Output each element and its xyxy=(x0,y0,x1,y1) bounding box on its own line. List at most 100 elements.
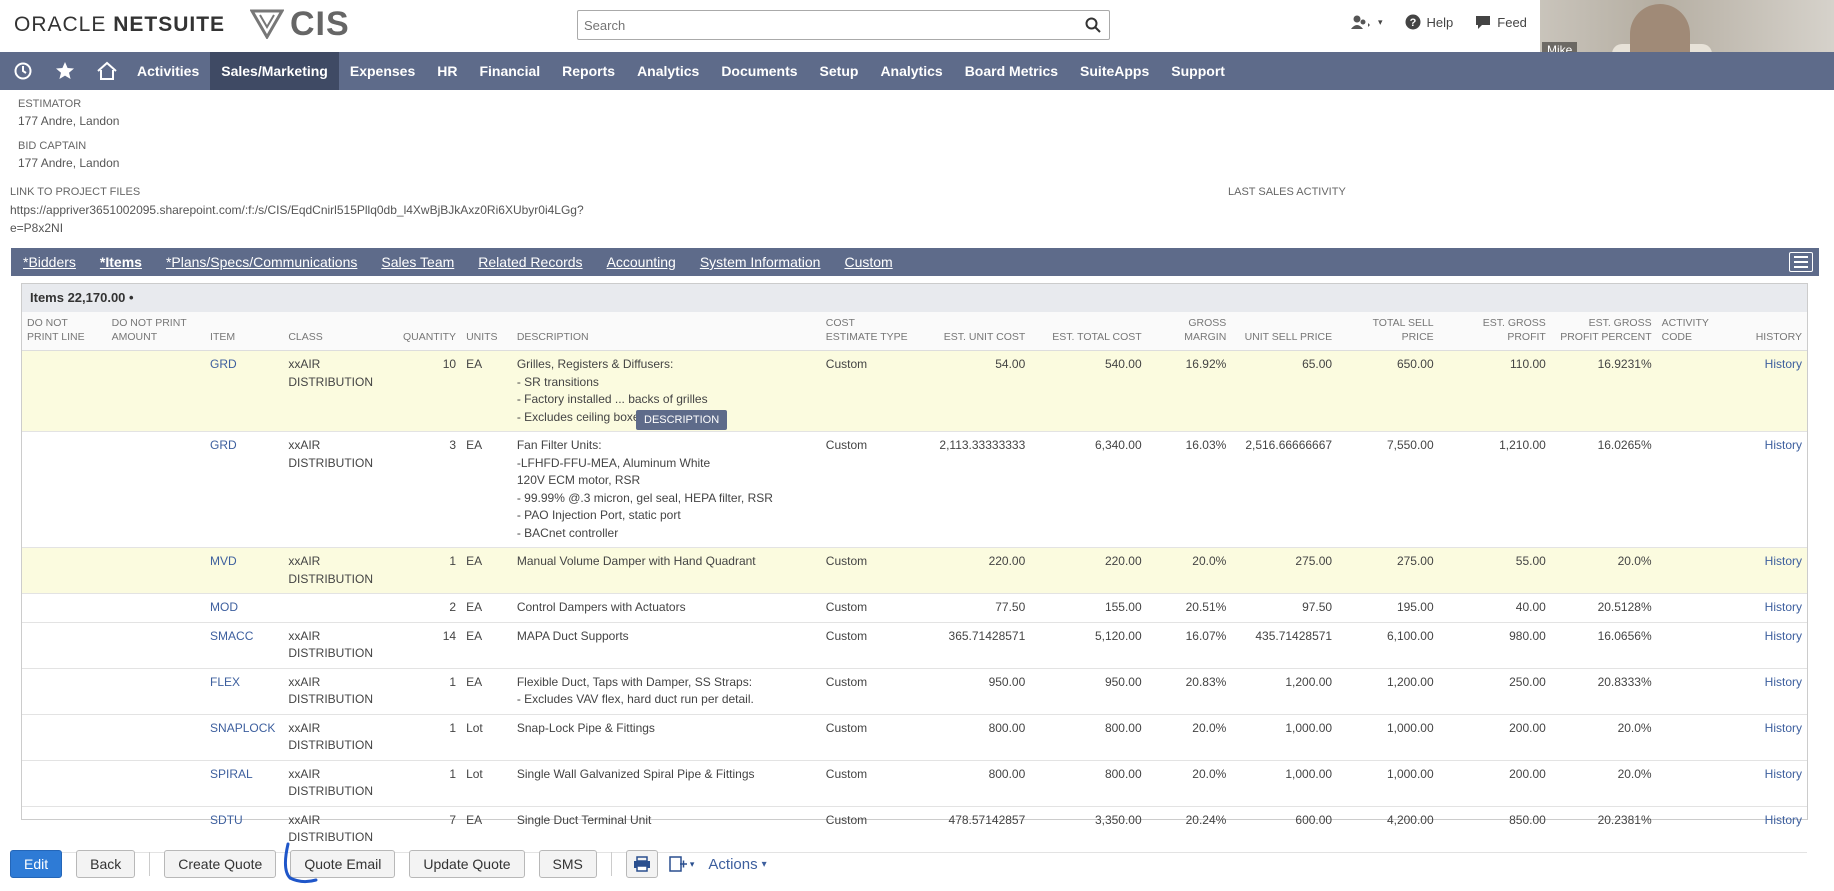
cell-do-not-print-amount[interactable] xyxy=(106,593,206,623)
nav-reports[interactable]: Reports xyxy=(551,52,626,90)
item-link[interactable]: MVD xyxy=(210,554,237,568)
create-quote-button[interactable]: Create Quote xyxy=(164,850,277,878)
nav-sales-marketing[interactable]: Sales/Marketing xyxy=(210,52,339,90)
tab-sales-team[interactable]: Sales Team xyxy=(369,254,466,270)
col-est-gross-profit[interactable]: EST. GROSS PROFIT xyxy=(1438,312,1551,351)
table-row[interactable]: FLEX xxAIR DISTRIBUTION 1 EA Flexible Duct, … xyxy=(22,668,1807,715)
cell-do-not-print-line[interactable] xyxy=(22,431,107,548)
history-link[interactable]: History xyxy=(1765,813,1802,827)
item-link[interactable]: SMACC xyxy=(210,629,253,643)
nav-setup[interactable]: Setup xyxy=(809,52,870,90)
print-button[interactable] xyxy=(625,850,658,878)
cell-do-not-print-amount[interactable] xyxy=(106,714,206,761)
nav-financial[interactable]: Financial xyxy=(468,52,551,90)
cell-do-not-print-line[interactable] xyxy=(22,760,107,807)
sms-button[interactable]: SMS xyxy=(538,850,597,878)
oracle-netsuite-logo[interactable]: ORACLE NETSUITE xyxy=(14,13,225,37)
history-link[interactable]: History xyxy=(1765,675,1802,689)
cell-do-not-print-line[interactable] xyxy=(22,593,107,623)
history-link[interactable]: History xyxy=(1765,600,1802,614)
history-link[interactable]: History xyxy=(1765,629,1802,643)
more-options-menu[interactable]: ▾ xyxy=(668,855,694,873)
tab-items[interactable]: *Items xyxy=(88,254,154,270)
item-link[interactable]: SNAPLOCK xyxy=(210,721,275,735)
col-est-total-cost[interactable]: EST. TOTAL COST xyxy=(1030,312,1147,351)
cell-do-not-print-amount[interactable] xyxy=(106,760,206,807)
nav-suiteapps[interactable]: SuiteApps xyxy=(1069,52,1160,90)
tab-bidders[interactable]: *Bidders xyxy=(11,254,88,270)
table-row[interactable]: SMACC xxAIR DISTRIBUTION 14 EA MAPA Duct Sup… xyxy=(22,622,1807,669)
table-row[interactable]: SPIRAL xxAIR DISTRIBUTION 1 Lot Single Wall … xyxy=(22,760,1807,807)
nav-documents[interactable]: Documents xyxy=(710,52,808,90)
cell-do-not-print-line[interactable] xyxy=(22,622,107,669)
item-link[interactable]: GRD xyxy=(210,357,237,371)
nav-board-metrics[interactable]: Board Metrics xyxy=(954,52,1069,90)
tab-plans-specs[interactable]: *Plans/Specs/Communications xyxy=(154,254,369,270)
col-quantity[interactable]: QUANTITY xyxy=(384,312,462,351)
col-history[interactable]: HISTORY xyxy=(1732,312,1807,351)
actions-menu[interactable]: Actions ▾ xyxy=(708,856,766,873)
role-switcher[interactable]: ▾ xyxy=(1350,14,1383,30)
col-est-gross-profit-percent[interactable]: EST. GROSS PROFIT PERCENT xyxy=(1550,312,1657,351)
item-link[interactable]: SPIRAL xyxy=(210,767,253,781)
table-row[interactable]: MVD xxAIR DISTRIBUTION 1 EA Manual Volume Da… xyxy=(22,547,1807,594)
table-row[interactable]: GRD xxAIR DISTRIBUTION 3 EA Fan Filter Units… xyxy=(22,431,1807,548)
item-link[interactable]: SDTU xyxy=(210,813,243,827)
cell-do-not-print-line[interactable] xyxy=(22,547,107,594)
cell-do-not-print-line[interactable] xyxy=(22,668,107,715)
cell-do-not-print-amount[interactable] xyxy=(106,668,206,715)
nav-home[interactable] xyxy=(88,52,126,90)
nav-recent[interactable] xyxy=(4,52,42,90)
cell-do-not-print-amount[interactable] xyxy=(106,431,206,548)
table-row[interactable]: GRD xxAIR DISTRIBUTION 10 EA Grilles, Regist… xyxy=(22,350,1807,432)
history-link[interactable]: History xyxy=(1765,721,1802,735)
nav-analytics-2[interactable]: Analytics xyxy=(869,52,953,90)
tab-system-information[interactable]: System Information xyxy=(688,254,833,270)
help-link[interactable]: ? Help xyxy=(1405,14,1453,30)
item-link[interactable]: MOD xyxy=(210,600,238,614)
col-est-unit-cost[interactable]: EST. UNIT COST xyxy=(913,312,1031,351)
table-row[interactable]: SNAPLOCK xxAIR DISTRIBUTION 1 Lot Snap-Lock … xyxy=(22,714,1807,761)
col-cost-estimate-type[interactable]: COST ESTIMATE TYPE xyxy=(820,312,914,351)
subtab-menu-icon[interactable] xyxy=(1789,252,1813,272)
table-row[interactable]: MOD 2 EA Control Dampers with Actuators Cust… xyxy=(22,593,1807,623)
tab-accounting[interactable]: Accounting xyxy=(595,254,688,270)
nav-activities[interactable]: Activities xyxy=(126,52,210,90)
col-units[interactable]: UNITS xyxy=(461,312,512,351)
items-total-header[interactable]: Items 22,170.00 • xyxy=(22,284,1807,312)
nav-support[interactable]: Support xyxy=(1160,52,1236,90)
col-do-not-print-line[interactable]: DO NOT PRINT LINE xyxy=(22,312,107,351)
col-description[interactable]: DESCRIPTION xyxy=(511,312,821,351)
col-total-sell-price[interactable]: TOTAL SELL PRICE xyxy=(1337,312,1439,351)
col-class[interactable]: CLASS xyxy=(283,312,385,351)
item-link[interactable]: FLEX xyxy=(210,675,240,689)
search-input[interactable] xyxy=(578,11,1068,39)
cell-do-not-print-amount[interactable] xyxy=(106,622,206,669)
back-button[interactable]: Back xyxy=(76,850,136,878)
search-icon[interactable] xyxy=(1085,17,1101,33)
project-files-link[interactable]: https://appriver3651002095.sharepoint.co… xyxy=(10,203,584,217)
cell-do-not-print-line[interactable] xyxy=(22,806,107,853)
cell-do-not-print-amount[interactable] xyxy=(106,547,206,594)
nav-analytics[interactable]: Analytics xyxy=(626,52,710,90)
history-link[interactable]: History xyxy=(1765,357,1802,371)
tab-related-records[interactable]: Related Records xyxy=(466,254,594,270)
col-activity-code[interactable]: ACTIVITY CODE xyxy=(1656,312,1733,351)
cell-do-not-print-line[interactable] xyxy=(22,714,107,761)
col-unit-sell-price[interactable]: UNIT SELL PRICE xyxy=(1231,312,1338,351)
nav-expenses[interactable]: Expenses xyxy=(339,52,426,90)
history-link[interactable]: History xyxy=(1765,767,1802,781)
cell-do-not-print-amount[interactable] xyxy=(106,806,206,853)
project-files-link-cont[interactable]: e=P8x2NI xyxy=(10,221,63,235)
col-item[interactable]: ITEM xyxy=(205,312,284,351)
global-search[interactable] xyxy=(577,10,1110,40)
history-link[interactable]: History xyxy=(1765,438,1802,452)
history-link[interactable]: History xyxy=(1765,554,1802,568)
nav-hr[interactable]: HR xyxy=(426,52,468,90)
nav-favorites[interactable] xyxy=(46,52,84,90)
cell-do-not-print-amount[interactable] xyxy=(106,350,206,432)
cell-do-not-print-line[interactable] xyxy=(22,350,107,432)
feedback-link[interactable]: Feed xyxy=(1475,14,1527,30)
item-link[interactable]: GRD xyxy=(210,438,237,452)
col-gross-margin[interactable]: GROSS MARGIN xyxy=(1146,312,1232,351)
